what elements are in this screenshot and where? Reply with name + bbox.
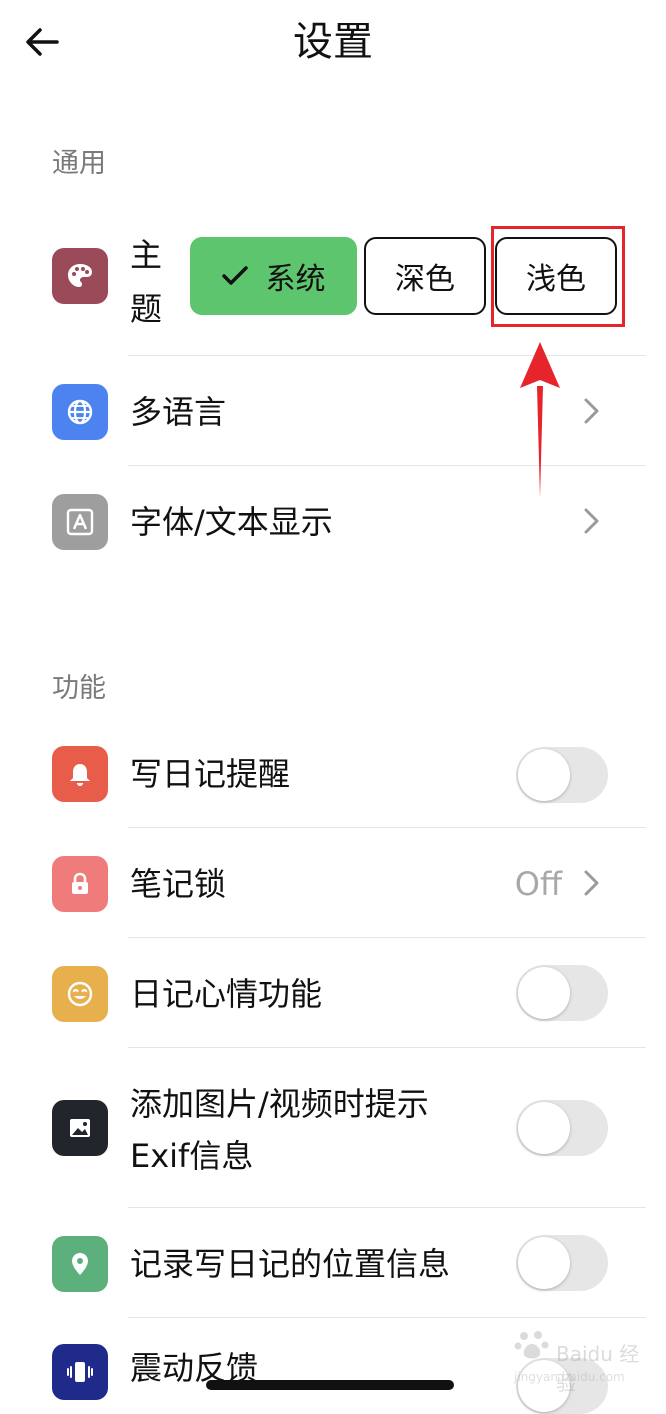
chevron-right-icon <box>584 398 599 424</box>
page-title: 设置 <box>293 19 373 65</box>
annotation-highlight-box <box>491 226 625 327</box>
annotation-arrow <box>520 342 560 498</box>
image-icon <box>52 1100 108 1156</box>
settings-row-label: 字体/文本显示 <box>130 503 333 541</box>
lock-icon <box>52 856 108 912</box>
settings-row-label: 笔记锁 <box>130 865 227 903</box>
palette-icon <box>52 248 108 304</box>
globe-icon <box>52 384 108 440</box>
settings-row-reminder: 写日记提醒 <box>0 720 666 828</box>
home-indicator <box>206 1380 454 1390</box>
theme-label-line2: 题 <box>130 290 163 328</box>
font-a-icon <box>52 494 108 550</box>
settings-row-label-line2: Exif信息 <box>130 1137 254 1175</box>
toggle-knob <box>518 967 570 1019</box>
toggle-knob <box>518 749 570 801</box>
location-toggle[interactable] <box>516 1235 608 1291</box>
watermark-brand: Baidu 经验 <box>556 1342 640 1395</box>
location-pin-icon <box>52 1236 108 1292</box>
toggle-knob <box>518 1237 570 1289</box>
smiley-icon <box>52 966 108 1022</box>
theme-option-system-label: 系统 <box>265 262 326 297</box>
theme-option-system[interactable]: 系统 <box>190 237 357 315</box>
settings-row-lock[interactable]: 笔记锁 Off <box>0 828 666 938</box>
theme-label: 主 题 <box>130 228 170 336</box>
vibrate-icon <box>52 1344 108 1400</box>
lock-status-value: Off <box>514 865 562 903</box>
settings-row-exif: 添加图片/视频时提示 Exif信息 <box>0 1048 666 1208</box>
exif-toggle[interactable] <box>516 1100 608 1156</box>
settings-row-label: 记录写日记的位置信息 <box>130 1245 451 1283</box>
theme-option-dark-label: 深色 <box>395 262 455 297</box>
watermark-url: jingyan.baidu.com <box>514 1370 625 1384</box>
settings-row-label: 日记心情功能 <box>130 975 323 1013</box>
section-label-general: 通用 <box>52 148 106 179</box>
paw-logo-icon <box>514 1331 549 1359</box>
settings-row-location: 记录写日记的位置信息 <box>0 1208 666 1318</box>
check-icon <box>221 266 248 285</box>
mood-toggle[interactable] <box>516 965 608 1021</box>
chevron-right-icon <box>584 508 599 534</box>
settings-row-label: 写日记提醒 <box>130 755 291 793</box>
bell-icon <box>52 746 108 802</box>
reminder-toggle[interactable] <box>516 747 608 803</box>
theme-option-dark[interactable]: 深色 <box>364 237 486 315</box>
settings-row-label: 多语言 <box>130 393 227 431</box>
theme-label-line1: 主 <box>130 236 163 274</box>
chevron-right-icon <box>584 870 599 896</box>
settings-row-label-line1: 添加图片/视频时提示 <box>130 1085 429 1123</box>
baidu-watermark: Baidu 经验 jingyan.baidu.com <box>508 1324 648 1395</box>
settings-row-mood: 日记心情功能 <box>0 938 666 1048</box>
section-label-features: 功能 <box>52 673 106 704</box>
toggle-knob <box>518 1102 570 1154</box>
